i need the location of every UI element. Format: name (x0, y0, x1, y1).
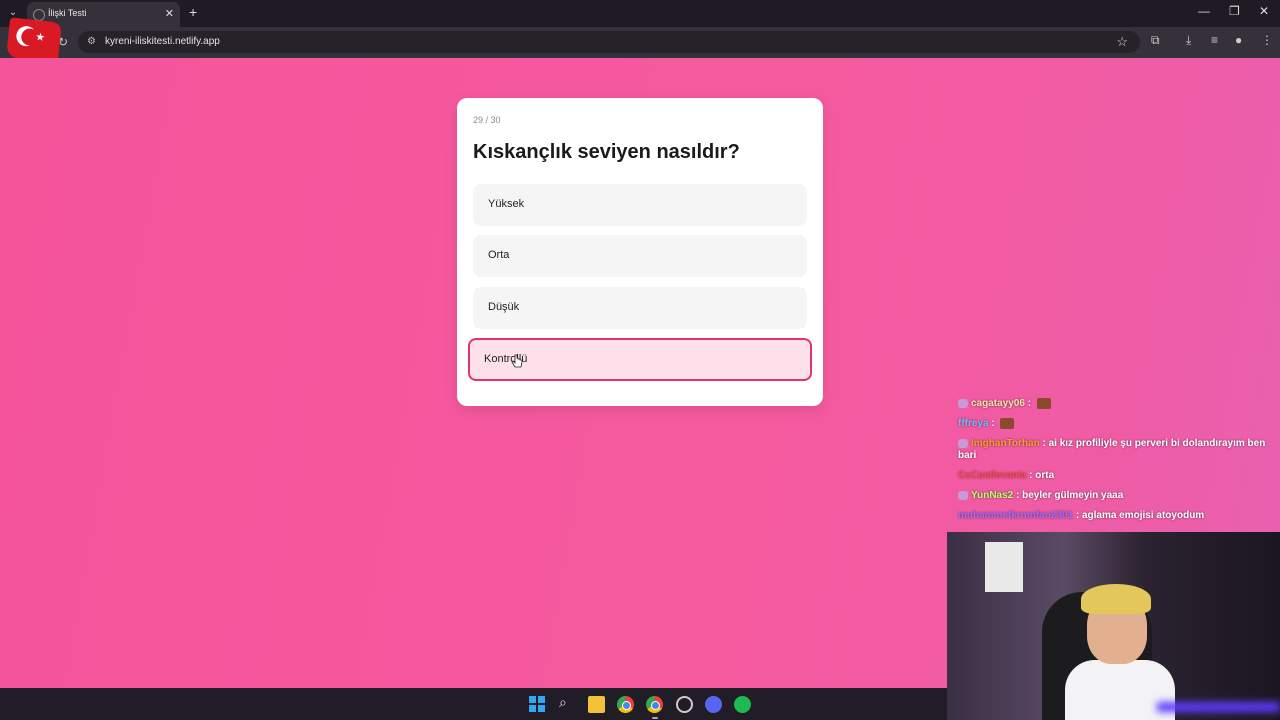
chat-text: aglama emojisi atoyodum (1081, 510, 1205, 522)
poster-image (985, 542, 1023, 592)
profile-avatar-icon[interactable]: ● (1235, 33, 1242, 47)
new-tab-icon[interactable]: + (189, 4, 197, 20)
chat-text: beyler gülmeyin yaaa (1022, 490, 1124, 502)
turkish-flag-icon: ★ (6, 17, 62, 63)
option-yuksek[interactable]: Yüksek (473, 184, 807, 226)
download-icon[interactable]: ⤓ (1186, 33, 1191, 48)
menu-kebab-icon[interactable]: ⋮ (1261, 33, 1273, 47)
hand-cursor-icon (511, 354, 523, 368)
chat-username: cagatayy06 (971, 398, 1025, 410)
option-dusuk[interactable]: Düşük (473, 287, 807, 329)
search-icon[interactable]: ⌕ (559, 694, 576, 711)
chat-username: YunNas2 (971, 490, 1014, 502)
chrome-icon[interactable] (617, 696, 634, 713)
question-progress: 29 / 30 (473, 115, 501, 125)
webcam-overlay (947, 532, 1280, 720)
browser-tab-bar: ⌄ İlişki Testi ✕ + — ❐ ✕ (0, 0, 1280, 27)
chat-message: CcCastlevania : orta (958, 470, 1055, 482)
file-explorer-icon[interactable] (588, 696, 605, 713)
bookmark-star-icon[interactable]: ☆ (1116, 34, 1128, 50)
discord-icon[interactable] (705, 696, 722, 713)
question-title: Kıskançlık seviyen nasıldır? (473, 141, 740, 163)
option-label: Düşük (488, 301, 520, 313)
emote-icon (1036, 398, 1051, 409)
minimize-icon[interactable]: — (1198, 4, 1210, 18)
media-control-icon[interactable]: ≡ (1211, 33, 1218, 47)
address-toolbar: ↻ ⚙ kyreni-iliskitesti.netlify.app ☆ ⧉ ⤓… (0, 27, 1280, 58)
chat-message: cagatayy06 : (958, 398, 1276, 410)
subscriber-badge-icon (958, 439, 968, 449)
spotify-icon[interactable] (734, 696, 751, 713)
extensions-icon[interactable]: ⧉ (1151, 33, 1160, 48)
streamer-hair (1081, 584, 1151, 614)
chat-username: CcCastlevania (958, 470, 1027, 482)
subscriber-badge-icon (958, 491, 968, 501)
chat-message: ImghanTorhan : ai kız profiliyle şu perv… (958, 438, 1266, 462)
emote-icon (1000, 418, 1015, 430)
led-strip (1157, 702, 1280, 712)
chat-text: orta (1035, 470, 1055, 482)
active-app-indicator (652, 717, 658, 719)
chat-message: YunNas2 : beyler gülmeyin yaaa (958, 490, 1276, 502)
chat-message: muhammetkrmnfan2301 : aglama emojisi ato… (958, 510, 1205, 522)
stream-chat: cagatayy06 : fffreya : ImghanTorhan : ai… (958, 398, 1276, 530)
option-orta[interactable]: Orta (473, 235, 807, 277)
site-info-icon[interactable]: ⚙ (87, 36, 96, 47)
subscriber-badge-icon (958, 399, 968, 408)
chat-message: fffreya : (958, 418, 1276, 430)
tab-title: İlişki Testi (48, 8, 87, 18)
url-text: kyreni-iliskitesti.netlify.app (105, 36, 220, 47)
windows-start-icon[interactable] (529, 696, 546, 713)
app-icon[interactable] (676, 696, 693, 713)
option-label: Yüksek (488, 198, 525, 210)
chrome-active-icon[interactable] (646, 696, 663, 713)
chat-username: muhammetkrmnfan2301 (958, 510, 1074, 522)
close-tab-icon[interactable]: ✕ (165, 7, 174, 20)
windows-taskbar: ⌕ (0, 688, 947, 720)
chat-username: fffreya (958, 418, 989, 430)
url-bar[interactable]: ⚙ kyreni-iliskitesti.netlify.app ☆ (78, 31, 1140, 53)
close-window-icon[interactable]: ✕ (1259, 4, 1269, 18)
chat-username: ImghanTorhan (971, 438, 1040, 450)
quiz-card: 29 / 30 Kıskançlık seviyen nasıldır? Yük… (457, 98, 823, 406)
option-label: Orta (488, 249, 510, 261)
restore-icon[interactable]: ❐ (1229, 4, 1240, 18)
